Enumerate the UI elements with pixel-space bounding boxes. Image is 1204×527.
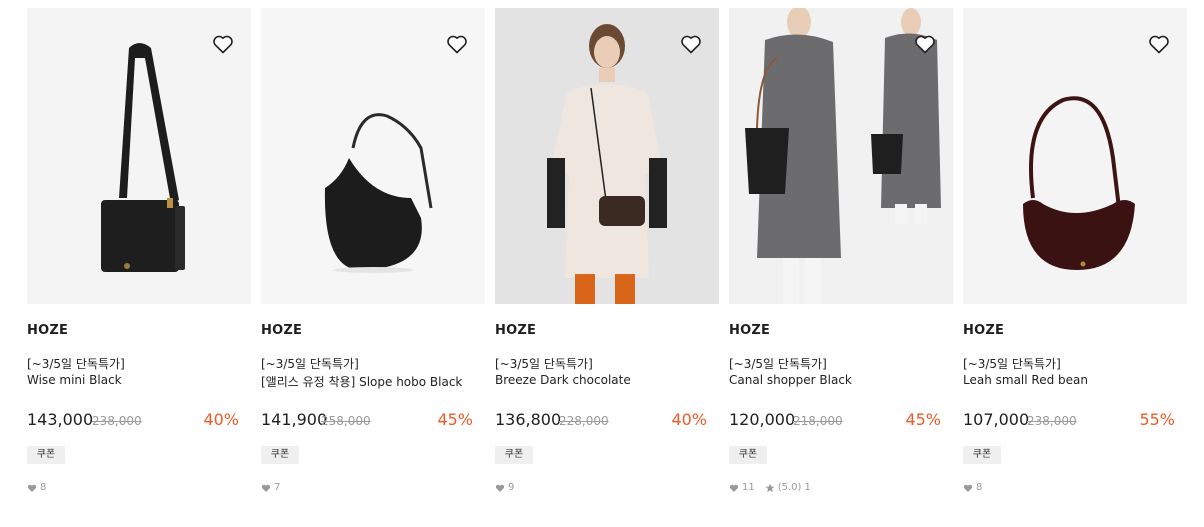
coupon-badge[interactable]: 쿠폰 — [495, 446, 533, 464]
discount-rate: 45% — [437, 410, 473, 429]
product-card[interactable]: HOZE [~3/5일 단독특가] Breeze Dark chocolate … — [495, 0, 719, 527]
discount-rate: 40% — [671, 410, 707, 429]
original-price: 238,000 — [92, 414, 142, 428]
price-row: 141,900 258,000 45% — [261, 410, 473, 432]
original-price: 228,000 — [559, 414, 609, 428]
product-image[interactable] — [963, 8, 1187, 304]
heart-small-icon — [963, 483, 973, 493]
heart-icon[interactable] — [211, 32, 235, 56]
promo-label: [~3/5일 단독특가] — [729, 357, 827, 371]
coupon-badge[interactable]: 쿠폰 — [729, 446, 767, 464]
heart-small-icon — [27, 483, 37, 493]
star-icon — [765, 483, 775, 493]
like-count: 8 — [976, 482, 983, 493]
product-name[interactable]: Wise mini Black — [27, 373, 122, 387]
product-card[interactable]: HOZE [~3/5일 단독특가] Canal shopper Black 12… — [729, 0, 953, 527]
review-count: 1 — [804, 482, 811, 493]
product-name[interactable]: [앨리스 유정 착용] Slope hobo Black — [261, 373, 462, 390]
original-price: 238,000 — [1027, 414, 1077, 428]
heart-icon[interactable] — [679, 32, 703, 56]
heart-icon[interactable] — [913, 32, 937, 56]
like-count: 7 — [274, 482, 281, 493]
promo-label: [~3/5일 단독특가] — [963, 357, 1061, 371]
brand-name[interactable]: HOZE — [27, 323, 68, 338]
price-row: 120,000 218,000 45% — [729, 410, 941, 432]
brand-name[interactable]: HOZE — [729, 323, 770, 338]
promo-label: [~3/5일 단독특가] — [495, 357, 593, 371]
product-meta: 11 (5.0) 1 — [729, 482, 811, 493]
heart-icon[interactable] — [1147, 32, 1171, 56]
sale-price: 136,800 — [495, 410, 562, 429]
promo-label: [~3/5일 단독특가] — [27, 357, 125, 371]
brand-name[interactable]: HOZE — [495, 323, 536, 338]
product-image[interactable] — [729, 8, 953, 304]
product-image[interactable] — [261, 8, 485, 304]
like-count: 8 — [40, 482, 47, 493]
product-card[interactable]: HOZE [~3/5일 단독특가] [앨리스 유정 착용] Slope hobo… — [261, 0, 485, 527]
product-name[interactable]: Canal shopper Black — [729, 373, 852, 387]
product-image[interactable] — [495, 8, 719, 304]
product-name[interactable]: Leah small Red bean — [963, 373, 1088, 387]
discount-rate: 40% — [203, 410, 239, 429]
sale-price: 143,000 — [27, 410, 94, 429]
product-meta: 8 — [963, 482, 982, 493]
product-card[interactable]: HOZE [~3/5일 단독특가] Wise mini Black 143,00… — [27, 0, 251, 527]
product-meta: 7 — [261, 482, 280, 493]
coupon-badge[interactable]: 쿠폰 — [963, 446, 1001, 464]
brand-name[interactable]: HOZE — [261, 323, 302, 338]
product-grid: HOZE [~3/5일 단독특가] Wise mini Black 143,00… — [0, 0, 1204, 527]
sale-price: 120,000 — [729, 410, 796, 429]
heart-icon[interactable] — [445, 32, 469, 56]
price-row: 143,000 238,000 40% — [27, 410, 239, 432]
product-card[interactable]: HOZE [~3/5일 단독특가] Leah small Red bean 10… — [963, 0, 1187, 527]
product-meta: 9 — [495, 482, 514, 493]
coupon-badge[interactable]: 쿠폰 — [27, 446, 65, 464]
original-price: 218,000 — [793, 414, 843, 428]
rating-score: (5.0) — [777, 482, 802, 493]
product-name[interactable]: Breeze Dark chocolate — [495, 373, 631, 387]
product-image[interactable] — [27, 8, 251, 304]
original-price: 258,000 — [321, 414, 371, 428]
price-row: 136,800 228,000 40% — [495, 410, 707, 432]
sale-price: 107,000 — [963, 410, 1030, 429]
like-count: 11 — [742, 482, 755, 493]
product-meta: 8 — [27, 482, 46, 493]
sale-price: 141,900 — [261, 410, 328, 429]
price-row: 107,000 238,000 55% — [963, 410, 1175, 432]
heart-small-icon — [729, 483, 739, 493]
discount-rate: 45% — [905, 410, 941, 429]
heart-small-icon — [495, 483, 505, 493]
coupon-badge[interactable]: 쿠폰 — [261, 446, 299, 464]
discount-rate: 55% — [1139, 410, 1175, 429]
heart-small-icon — [261, 483, 271, 493]
promo-label: [~3/5일 단독특가] — [261, 357, 359, 371]
brand-name[interactable]: HOZE — [963, 323, 1004, 338]
like-count: 9 — [508, 482, 515, 493]
